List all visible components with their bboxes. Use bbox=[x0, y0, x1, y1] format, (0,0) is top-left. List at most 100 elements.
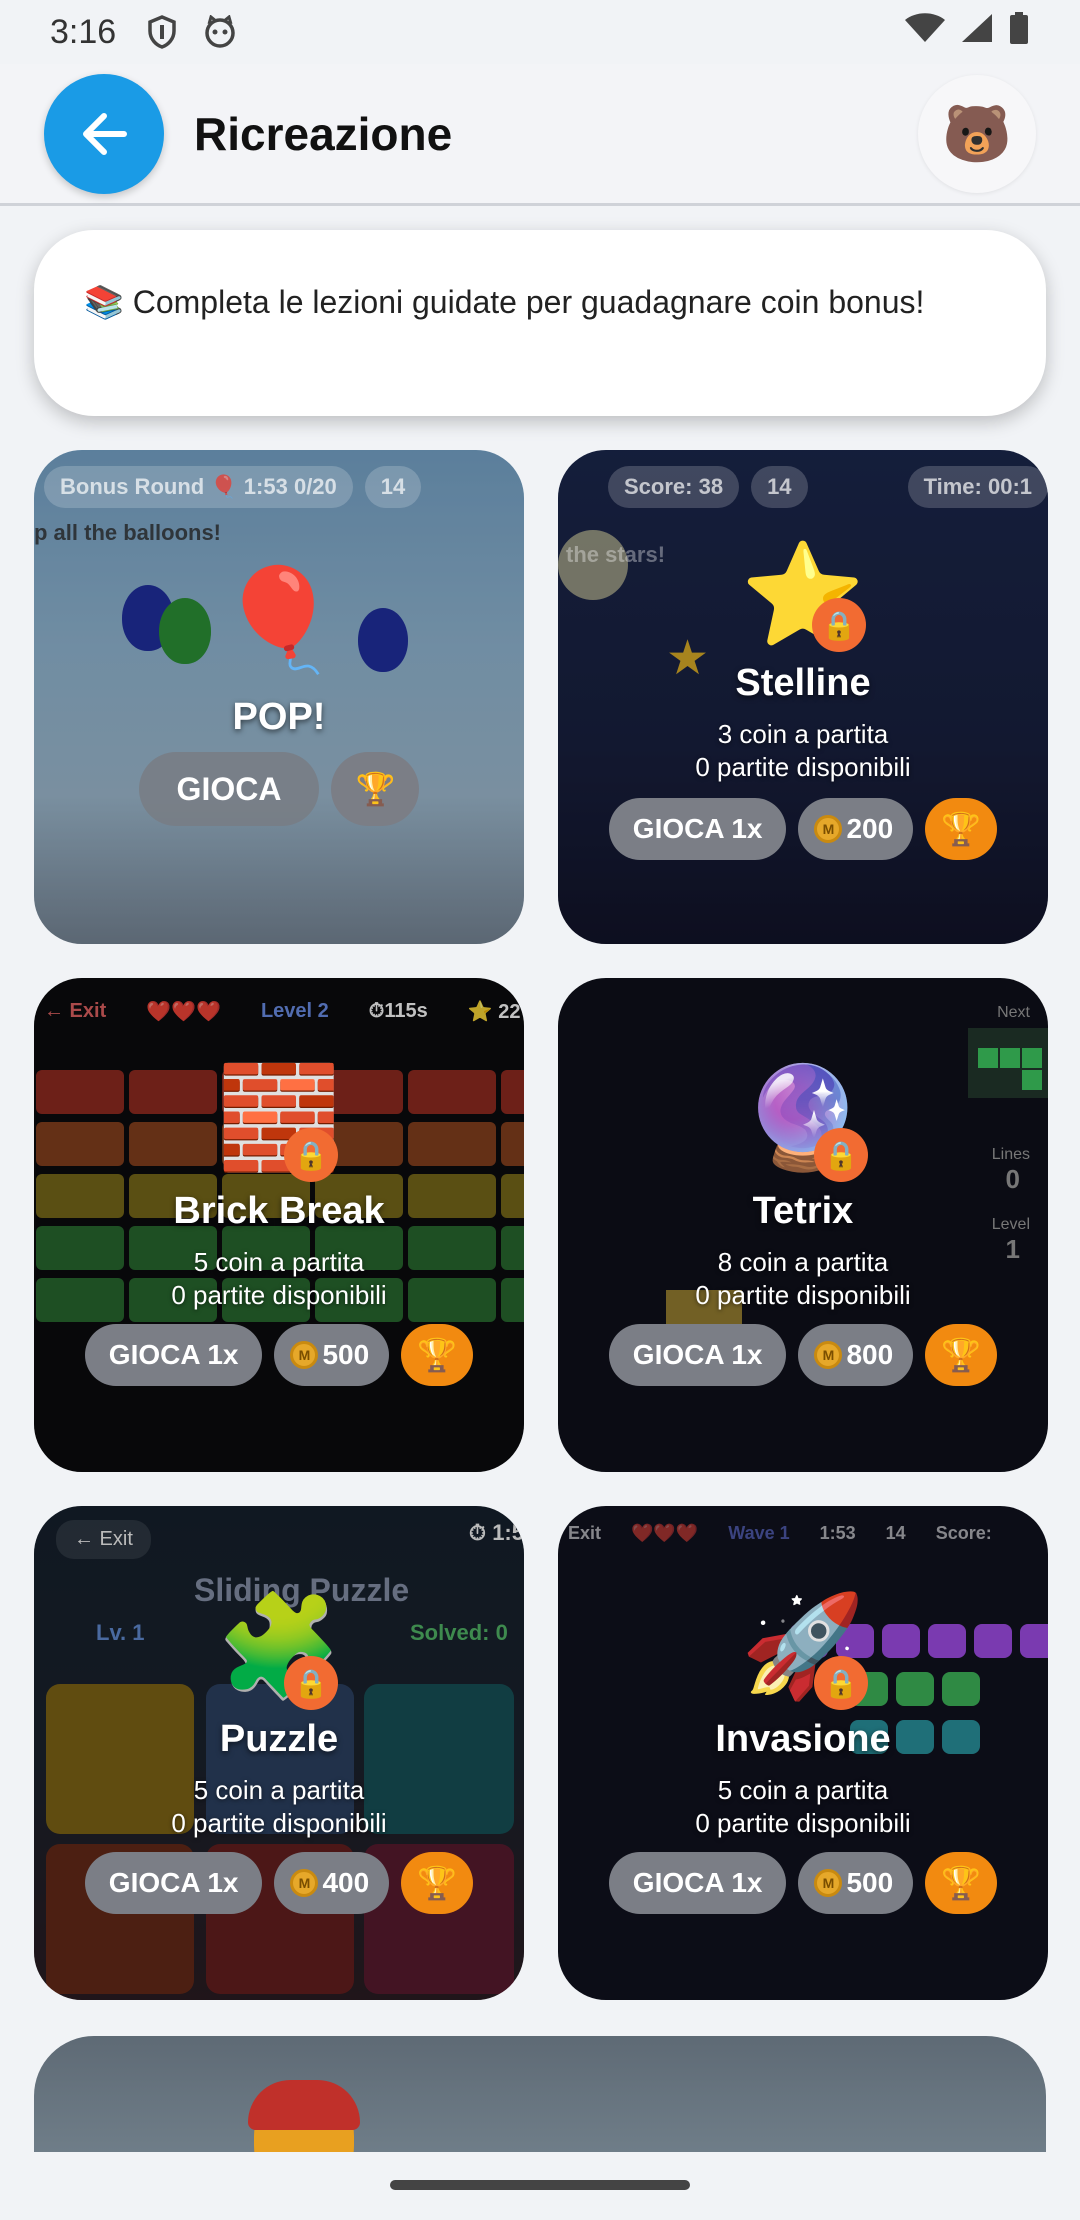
invader-icon bbox=[928, 1624, 966, 1658]
plays-available: 0 partite disponibili bbox=[695, 1280, 911, 1310]
buy-button[interactable]: M 200 bbox=[798, 798, 914, 860]
hud-level: Lv. 1 bbox=[96, 1620, 145, 1645]
card-hud: ← Exit ❤️❤️❤️ Level 2 ⏱115s ⭐ 22 bbox=[44, 986, 524, 1036]
game-card-brick-break[interactable]: ← Exit ❤️❤️❤️ Level 2 ⏱115s ⭐ 22 🧱 🔒 Bri… bbox=[34, 978, 524, 1472]
game-name: Tetrix bbox=[752, 1190, 854, 1232]
status-bar: 3:16 bbox=[0, 0, 1080, 64]
play-button[interactable]: GIOCA 1x bbox=[608, 798, 787, 860]
signal-icon bbox=[960, 12, 994, 53]
leaderboard-button[interactable]: 🏆 bbox=[925, 798, 998, 860]
cat-face-icon bbox=[202, 14, 238, 50]
invader-icon bbox=[882, 1624, 920, 1658]
leaderboard-button[interactable]: 🏆 bbox=[925, 1324, 998, 1386]
trophy-icon: 🏆 bbox=[941, 811, 982, 847]
arrow-left-icon bbox=[83, 112, 127, 155]
game-name: Invasione bbox=[715, 1718, 891, 1760]
gesture-bar[interactable] bbox=[390, 2180, 690, 2190]
hud-timer: ⏱115s bbox=[368, 999, 428, 1022]
plays-available: 0 partite disponibili bbox=[695, 1808, 911, 1838]
app-bar: Ricreazione 🐻 bbox=[0, 64, 1080, 206]
price-value: 500 bbox=[322, 1339, 370, 1370]
game-name: POP! bbox=[232, 696, 326, 738]
game-card-invasione[interactable]: Exit ❤️❤️❤️ Wave 1 1:53 14 Score: 🚀 🔒 In… bbox=[558, 1506, 1048, 2000]
lock-icon: 🔒 bbox=[814, 1128, 868, 1182]
card-hud: Score: 38 14 Time: 00:1 bbox=[568, 462, 1048, 512]
card-hud: Exit ❤️❤️❤️ Wave 1 1:53 14 Score: bbox=[568, 1508, 1048, 1558]
price-value: 200 bbox=[846, 813, 894, 844]
lock-icon: 🔒 bbox=[814, 1656, 868, 1710]
button-row: GIOCA 1x M 400 🏆 bbox=[34, 1852, 524, 1914]
coin-cost: 3 coin a partita bbox=[717, 719, 889, 749]
game-card-pop[interactable]: Bonus Round 🎈 1:53 0/20 14 p all the bal… bbox=[34, 450, 524, 944]
hud-score: Score: bbox=[935, 1522, 992, 1543]
hud-lives: ❤️❤️❤️ bbox=[631, 1522, 699, 1543]
button-row: GIOCA 1x M 200 🏆 bbox=[558, 798, 1048, 860]
invader-icon bbox=[896, 1672, 934, 1706]
button-row: GIOCA 🏆 bbox=[34, 752, 524, 826]
button-row: GIOCA 1x M 500 🏆 bbox=[558, 1852, 1048, 1914]
trophy-icon: 🏆 bbox=[355, 771, 396, 807]
hud-time: Time: 00:1 bbox=[907, 466, 1048, 508]
banner-text: 📚 Completa le lezioni guidate per guadag… bbox=[84, 284, 925, 320]
hud-exit: Exit bbox=[568, 1522, 602, 1543]
invader-icon bbox=[974, 1624, 1012, 1658]
leaderboard-button[interactable]: 🏆 bbox=[331, 752, 420, 826]
coin-cost: 8 coin a partita bbox=[717, 1247, 889, 1277]
lock-icon: 🔒 bbox=[284, 1128, 338, 1182]
trophy-icon: 🏆 bbox=[417, 1865, 458, 1901]
leaderboard-button[interactable]: 🏆 bbox=[925, 1852, 998, 1914]
coin-icon: M bbox=[814, 1341, 843, 1369]
avatar[interactable]: 🐻 bbox=[918, 74, 1036, 193]
balloon-icon: 🎈 bbox=[216, 564, 342, 676]
back-button[interactable] bbox=[44, 73, 164, 194]
hud-bonus: Bonus Round 🎈 1:53 0/20 bbox=[44, 466, 353, 508]
card-hint: the stars! bbox=[566, 542, 666, 567]
hud-next: Next bbox=[997, 1004, 1030, 1021]
battery-icon bbox=[1008, 11, 1030, 54]
hud-coins: 14 bbox=[751, 466, 808, 508]
play-button[interactable]: GIOCA bbox=[138, 752, 320, 826]
game-card-puzzle[interactable]: ← Exit ⏱ 1:5 Sliding Puzzle Lv. 1 Solved… bbox=[34, 1506, 524, 2000]
game-name: Stelline bbox=[735, 662, 871, 704]
play-button[interactable]: GIOCA 1x bbox=[84, 1852, 263, 1914]
game-card-stelline[interactable]: ★ Score: 38 14 Time: 00:1 the stars! ⭐ 🔒… bbox=[558, 450, 1048, 944]
info-banner: 📚 Completa le lezioni guidate per guadag… bbox=[34, 230, 1046, 416]
hud-coins: 14 bbox=[364, 466, 422, 508]
play-button[interactable]: GIOCA 1x bbox=[84, 1324, 263, 1386]
status-time: 3:16 bbox=[50, 12, 117, 51]
plays-available: 0 partite disponibili bbox=[695, 752, 911, 782]
hud-lines-label: Lines bbox=[991, 1146, 1030, 1163]
button-row: GIOCA 1x M 500 🏆 bbox=[34, 1324, 524, 1386]
hud-stars: ⭐ 22 bbox=[467, 1000, 521, 1023]
trophy-icon: 🏆 bbox=[941, 1865, 982, 1901]
play-button[interactable]: GIOCA 1x bbox=[608, 1852, 787, 1914]
hud-exit: ← Exit bbox=[56, 1520, 151, 1559]
invader-icon bbox=[942, 1672, 980, 1706]
leaderboard-button[interactable]: 🏆 bbox=[401, 1324, 474, 1386]
game-card-tetrix[interactable]: Next Lines 0 Level 1 🔮 🔒 Tetrix 8 coin a… bbox=[558, 978, 1048, 1472]
shield-icon bbox=[144, 14, 180, 50]
buy-button[interactable]: M 400 bbox=[274, 1852, 390, 1914]
hud-level: Level 2 bbox=[260, 999, 329, 1022]
hud-timer: 1:53 bbox=[819, 1522, 856, 1543]
coin-icon: M bbox=[290, 1341, 319, 1369]
price-value: 500 bbox=[846, 1867, 894, 1898]
game-name: Brick Break bbox=[173, 1190, 385, 1232]
coin-cost: 5 coin a partita bbox=[193, 1775, 365, 1805]
bear-icon: 🐻 bbox=[942, 101, 1012, 165]
leaderboard-button[interactable]: 🏆 bbox=[401, 1852, 474, 1914]
buy-button[interactable]: M 800 bbox=[798, 1324, 914, 1386]
buy-button[interactable]: M 500 bbox=[274, 1324, 390, 1386]
invader-icon bbox=[1020, 1624, 1048, 1658]
trophy-icon: 🏆 bbox=[941, 1337, 982, 1373]
coin-cost: 5 coin a partita bbox=[193, 1247, 365, 1277]
trophy-icon: 🏆 bbox=[417, 1337, 458, 1373]
play-button[interactable]: GIOCA 1x bbox=[608, 1324, 787, 1386]
coin-icon: M bbox=[814, 815, 843, 843]
next-piece-preview bbox=[968, 1028, 1048, 1098]
lock-icon: 🔒 bbox=[284, 1656, 338, 1710]
price-value: 400 bbox=[322, 1867, 370, 1898]
page-title: Ricreazione bbox=[194, 107, 453, 160]
buy-button[interactable]: M 500 bbox=[798, 1852, 914, 1914]
card-hint: p all the balloons! bbox=[34, 520, 222, 545]
